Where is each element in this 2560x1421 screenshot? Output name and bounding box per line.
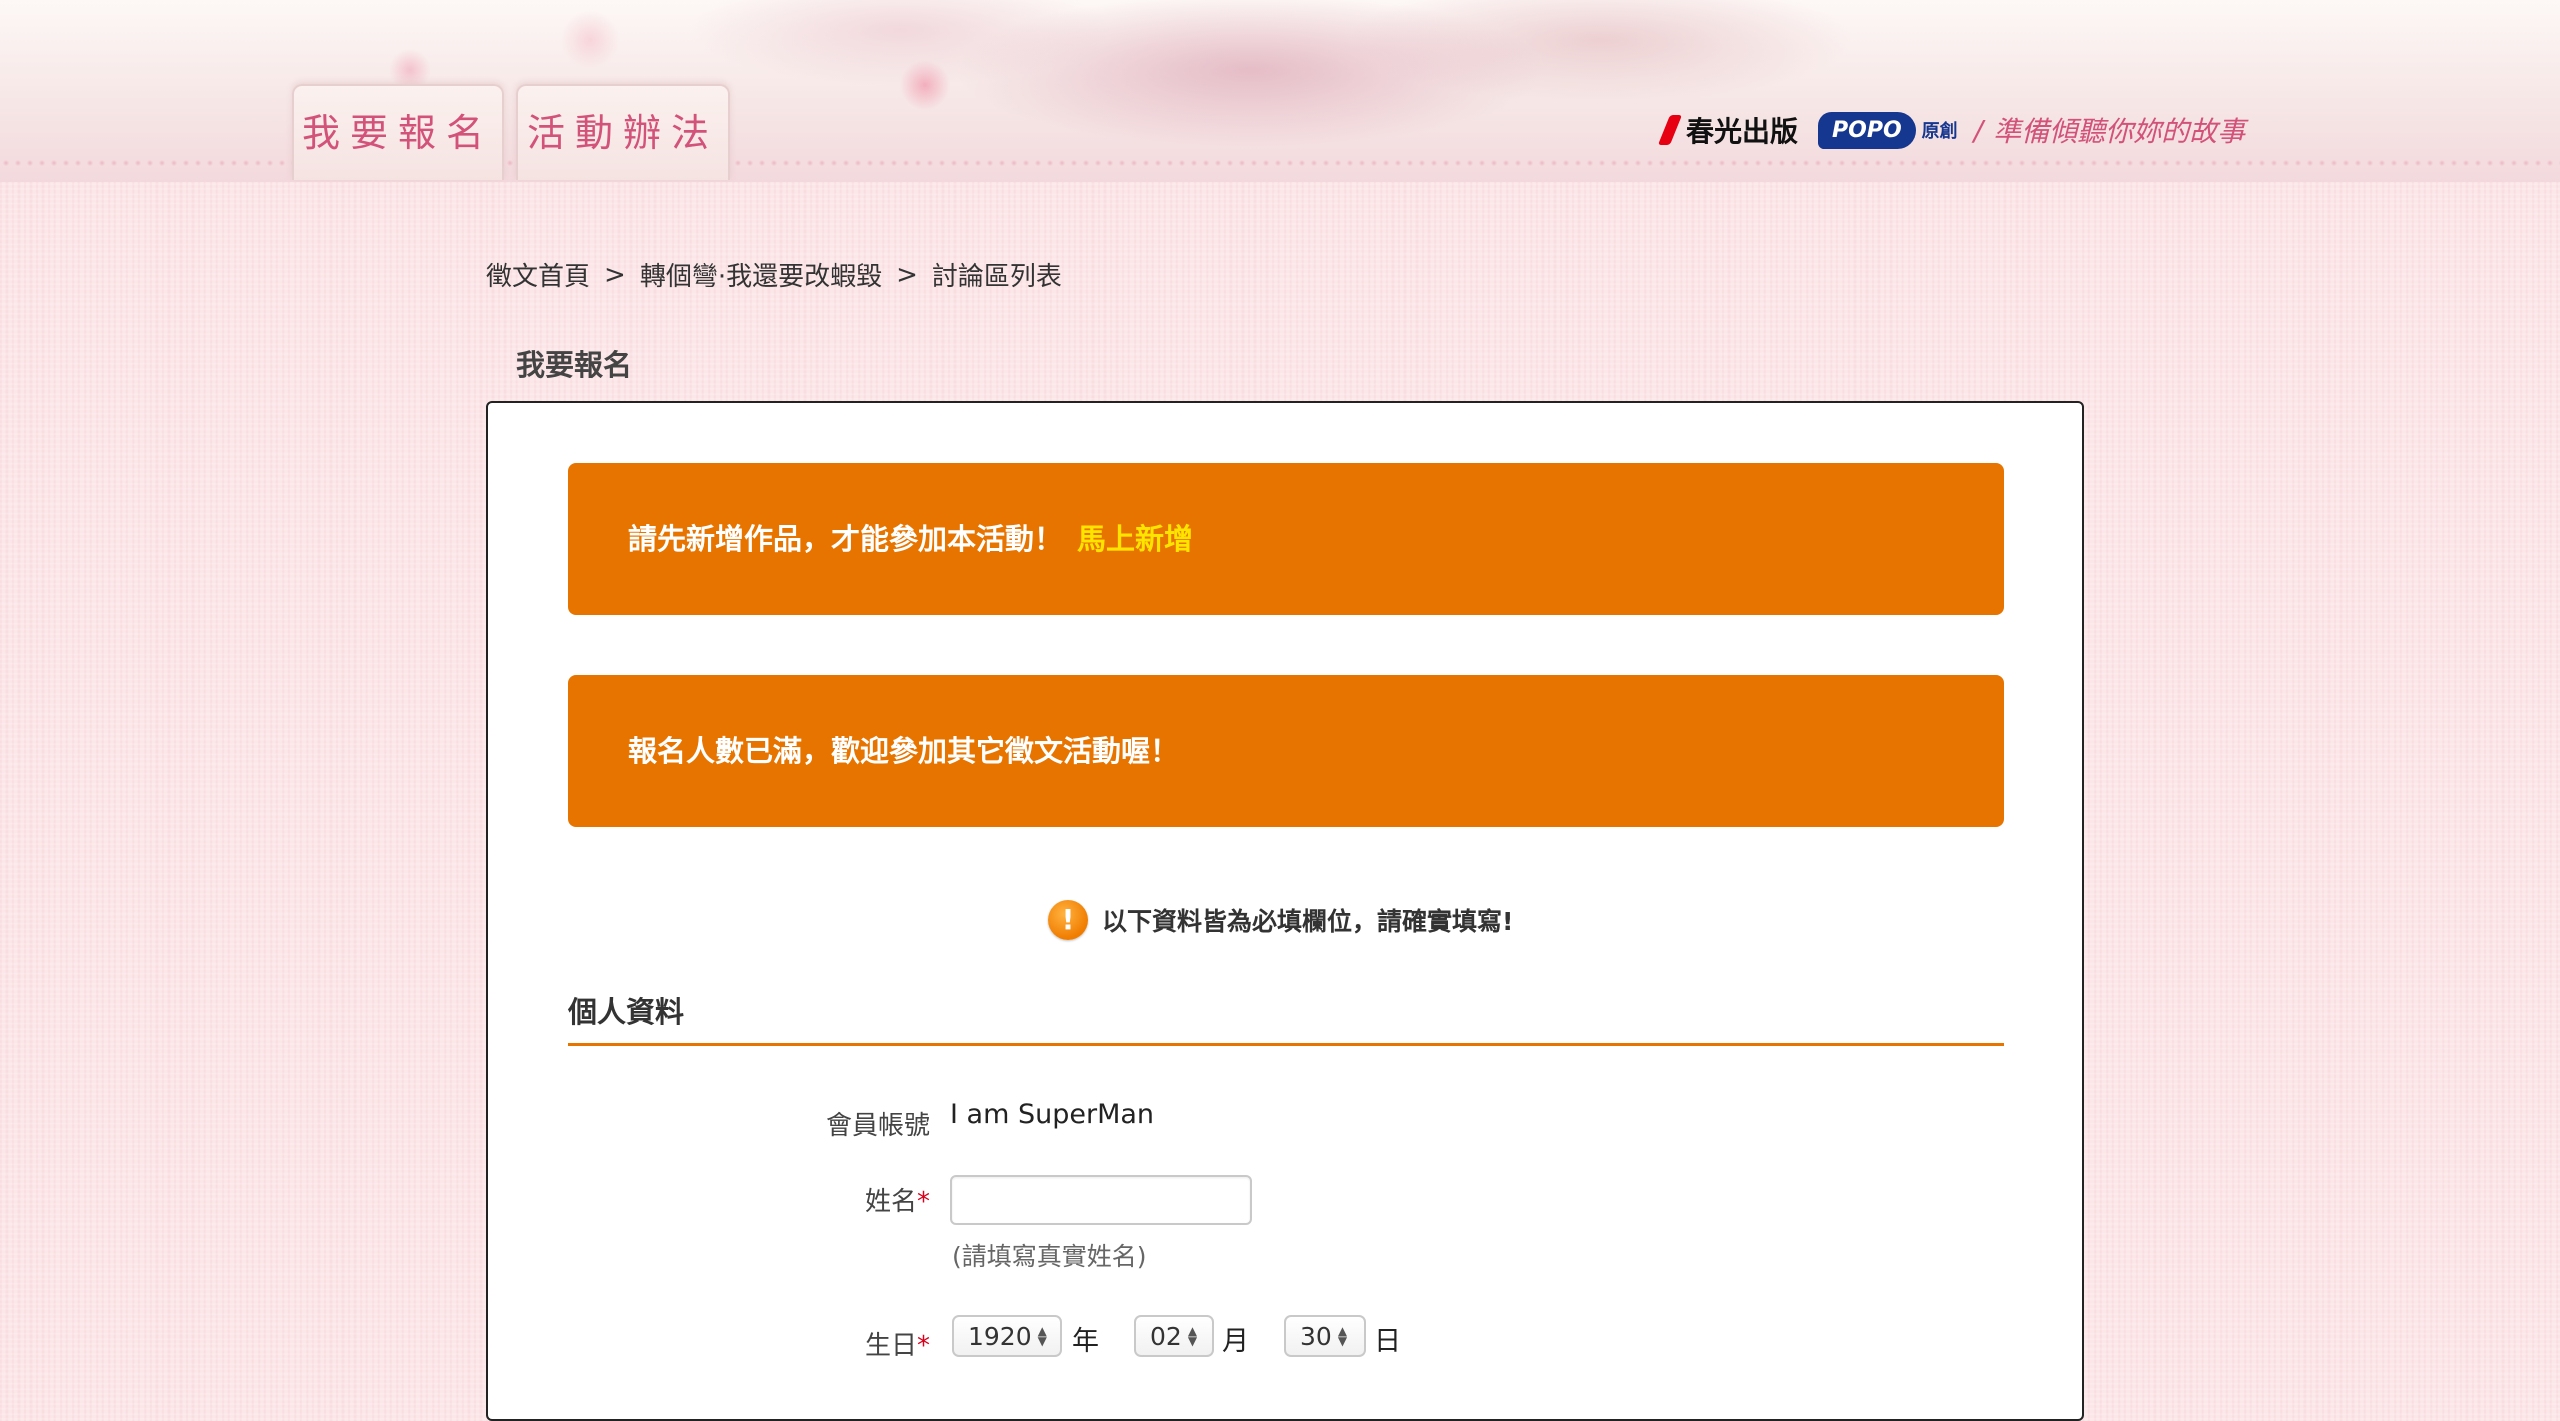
page-title: 我要報名 <box>516 348 633 382</box>
birth-day-value: 30 <box>1300 1321 1332 1351</box>
personal-info-title: 個人資料 <box>568 995 685 1029</box>
breadcrumb-forum-list[interactable]: 討論區列表 <box>932 256 1062 293</box>
add-work-now-link[interactable]: 馬上新增 <box>1077 522 1193 556</box>
add-work-notice-text: 請先新增作品，才能參加本活動！ <box>628 522 1064 556</box>
updown-arrows-icon: ▲ ▼ <box>1337 1324 1348 1348</box>
brand-logos[interactable]: 春光出版 POPO 原創 / 準備傾聽你妳的故事 <box>1657 100 2246 160</box>
spring-logo-icon <box>1657 115 1683 145</box>
breadcrumb: 徵文首頁 > 轉個彎·我還要改蝦毀 > 討論區列表 <box>486 256 1062 293</box>
breadcrumb-event[interactable]: 轉個彎·我還要改蝦毀 <box>640 256 882 293</box>
add-work-notice: 請先新增作品，才能參加本活動！ 馬上新增 <box>568 463 2004 615</box>
registration-panel: 請先新增作品，才能參加本活動！ 馬上新增 報名人數已滿，歡迎參加其它徵文活動喔！ … <box>486 401 2084 1421</box>
brand-slash: / <box>1973 113 1984 147</box>
required-fields-text: 以下資料皆為必填欄位，請確實填寫! <box>1102 907 1514 936</box>
account-label: 會員帳號 <box>825 1111 930 1141</box>
required-star: * <box>917 1331 930 1361</box>
birthday-label: 生日* <box>730 1325 930 1362</box>
breadcrumb-home[interactable]: 徵文首頁 <box>486 256 590 293</box>
personal-info-divider <box>568 1043 2004 1046</box>
updown-arrows-icon: ▲ ▼ <box>1037 1324 1047 1348</box>
required-star: * <box>917 1187 930 1217</box>
name-input[interactable] <box>950 1175 1252 1225</box>
spring-publishing-logo: 春光出版 <box>1686 115 1799 148</box>
birth-month-select[interactable]: 02 ▲ ▼ <box>1134 1315 1214 1357</box>
registration-full-notice: 報名人數已滿，歡迎參加其它徵文活動喔！ <box>568 675 2004 827</box>
brand-slogan: 準備傾聽你妳的故事 <box>1993 115 2246 148</box>
birth-year-value: 1920 <box>968 1321 1032 1351</box>
tab-event-rules[interactable]: 活動辦法 <box>516 84 730 180</box>
name-label-text: 姓名 <box>864 1187 917 1217</box>
required-fields-note: ! 以下資料皆為必填欄位，請確實填寫! <box>1048 897 1513 943</box>
birth-day-select[interactable]: 30 ▲ ▼ <box>1284 1315 1366 1357</box>
popo-logo-subtext: 原創 <box>1921 121 1958 142</box>
birthday-label-text: 生日 <box>864 1331 917 1361</box>
breadcrumb-separator: > <box>896 259 918 290</box>
month-unit: 月 <box>1222 1326 1249 1357</box>
name-hint: (請填寫真實姓名) <box>952 1242 1147 1271</box>
tab-register[interactable]: 我要報名 <box>292 84 504 180</box>
warning-icon: ! <box>1048 900 1088 940</box>
year-unit: 年 <box>1072 1326 1099 1357</box>
birth-year-select[interactable]: 1920 ▲ ▼ <box>952 1315 1062 1357</box>
site-header: 我要報名 活動辦法 春光出版 POPO 原創 / 準備傾聽你妳的故事 <box>0 0 2560 182</box>
day-unit: 日 <box>1374 1326 1401 1357</box>
breadcrumb-separator: > <box>604 259 626 290</box>
popo-logo: POPO <box>1818 111 1916 149</box>
updown-arrows-icon: ▲ ▼ <box>1187 1324 1198 1348</box>
account-value: I am SuperMan <box>950 1099 1155 1130</box>
name-label: 姓名* <box>730 1181 930 1218</box>
registration-full-text: 報名人數已滿，歡迎參加其它徵文活動喔！ <box>628 734 1180 768</box>
birth-month-value: 02 <box>1150 1321 1182 1351</box>
